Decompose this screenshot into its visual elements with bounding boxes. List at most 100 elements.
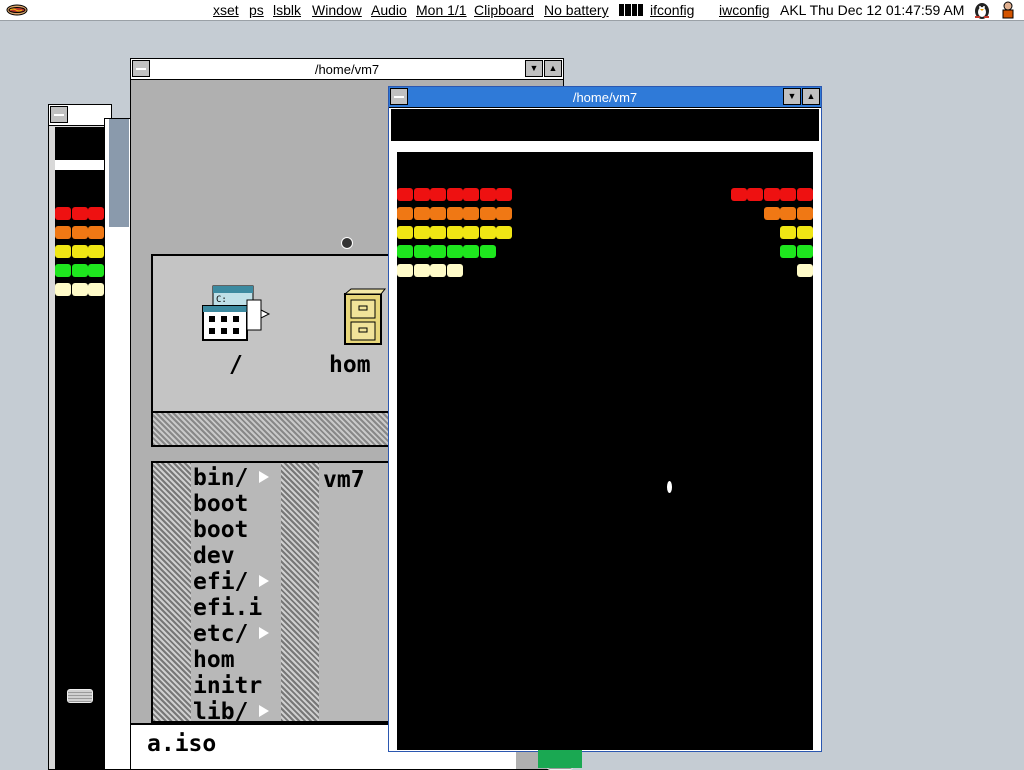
brick — [446, 226, 463, 239]
hotdog-menu-icon[interactable] — [6, 2, 28, 18]
brick — [479, 188, 496, 201]
brick — [55, 264, 71, 277]
window-menu-button[interactable] — [50, 106, 68, 123]
brick — [780, 207, 796, 220]
brick — [463, 226, 479, 239]
menu-ps[interactable]: ps — [249, 2, 264, 18]
background-game-window[interactable] — [48, 104, 112, 770]
brick — [88, 245, 104, 258]
background-window-edge[interactable] — [104, 118, 131, 770]
tree-item-label: hom — [193, 647, 235, 673]
expand-arrow-icon[interactable] — [259, 575, 269, 587]
breakout-game-window[interactable]: /home/vm7 ▼ ▲ — [388, 86, 822, 770]
brick — [796, 188, 813, 201]
menu-clipboard[interactable]: Clipboard — [474, 2, 534, 18]
svg-text:C:: C: — [216, 295, 227, 305]
brick — [413, 188, 430, 201]
brick — [397, 226, 413, 239]
tree-item[interactable]: efi.i — [193, 595, 281, 621]
brick — [747, 188, 763, 201]
brick — [430, 245, 446, 258]
brick — [71, 226, 88, 239]
tree-left-gutter — [153, 463, 191, 721]
menu-lsblk[interactable]: lsblk — [273, 2, 301, 18]
brick — [796, 264, 813, 277]
brick — [71, 283, 88, 296]
brick — [780, 245, 796, 258]
icon-view-scrollbar[interactable] — [151, 411, 401, 447]
file-manager-titlebar[interactable]: /home/vm7 ▼ ▲ — [131, 59, 563, 80]
background-game-titlebar[interactable] — [49, 105, 111, 126]
menu-battery[interactable]: No battery — [544, 2, 609, 18]
brick — [479, 226, 496, 239]
tree-item-label: efi.i — [193, 595, 263, 621]
scrollbar[interactable] — [109, 119, 129, 227]
tree-item[interactable]: boot — [193, 517, 281, 543]
top-menubar: xset ps lsblk Window Audio Mon 1/1 Clipb… — [0, 0, 1024, 21]
paddle — [67, 689, 93, 703]
tree-item[interactable]: initr — [193, 673, 281, 699]
brick — [796, 207, 813, 220]
tree-item[interactable]: dev — [193, 543, 281, 569]
menu-audio[interactable]: Audio — [371, 2, 407, 18]
brick — [413, 226, 430, 239]
maximize-button[interactable]: ▲ — [544, 60, 562, 77]
icon-label-root[interactable]: / — [229, 352, 243, 378]
penguin-icon[interactable] — [972, 1, 992, 19]
brick — [397, 188, 413, 201]
filing-cabinet-icon[interactable] — [339, 288, 387, 346]
directory-tree[interactable]: bin/boot boot dev efi/efi.i etc/hom initr lib/… — [151, 461, 401, 723]
tree-item[interactable]: etc/ — [193, 621, 281, 647]
tree-item-label: initr — [193, 673, 263, 699]
current-folder[interactable]: vm7 — [323, 467, 365, 493]
tray-figure-icon[interactable] — [998, 1, 1018, 19]
tree-item[interactable]: lib/ — [193, 699, 281, 721]
drive-icon[interactable]: C: — [201, 282, 273, 346]
brick — [413, 245, 430, 258]
menu-xset[interactable]: xset — [213, 2, 239, 18]
score-area — [391, 109, 819, 141]
tree-item[interactable]: hom — [193, 647, 281, 673]
minimize-button[interactable]: ▼ — [783, 88, 801, 105]
brick — [430, 226, 446, 239]
tree-item[interactable]: efi/ — [193, 569, 281, 595]
brick — [88, 207, 104, 220]
minimize-button[interactable]: ▼ — [525, 60, 543, 77]
tree-item-label: bin/ — [193, 465, 249, 491]
menu-iwconfig[interactable]: iwconfig — [719, 2, 770, 18]
tree-item-label: dev — [193, 543, 235, 569]
game-titlebar[interactable]: /home/vm7 ▼ ▲ — [389, 87, 821, 108]
tree-item-label: efi/ — [193, 569, 249, 595]
brick — [55, 226, 71, 239]
menu-window[interactable]: Window — [312, 2, 362, 18]
brick — [446, 207, 463, 220]
expand-arrow-icon[interactable] — [259, 705, 269, 717]
expand-arrow-icon[interactable] — [259, 471, 269, 483]
tree-item[interactable]: boot — [193, 491, 281, 517]
expand-arrow-icon[interactable] — [259, 627, 269, 639]
brick — [55, 207, 71, 220]
tree-entries: bin/boot boot dev efi/efi.i etc/hom initr lib/ — [193, 465, 281, 721]
brick — [496, 226, 512, 239]
icon-label-home[interactable]: hom — [329, 352, 371, 378]
cursor-dot — [341, 237, 353, 249]
tree-item-label: boot — [193, 517, 249, 543]
brick — [413, 264, 430, 277]
brick — [796, 226, 813, 239]
game-field[interactable] — [397, 152, 813, 770]
maximize-button[interactable]: ▲ — [802, 88, 820, 105]
menu-ifconfig[interactable]: ifconfig — [650, 2, 694, 18]
brick — [55, 245, 71, 258]
brick — [430, 207, 446, 220]
brick — [463, 188, 479, 201]
brick — [413, 207, 430, 220]
brick — [71, 207, 88, 220]
brick — [796, 245, 813, 258]
brick — [397, 207, 413, 220]
tree-item[interactable]: bin/ — [193, 465, 281, 491]
background-game-field[interactable] — [55, 127, 107, 769]
tree-scrollbar[interactable] — [281, 463, 319, 721]
window-title: /home/vm7 — [314, 62, 380, 77]
menu-monitor[interactable]: Mon 1/1 — [416, 2, 467, 18]
brick — [763, 188, 780, 201]
